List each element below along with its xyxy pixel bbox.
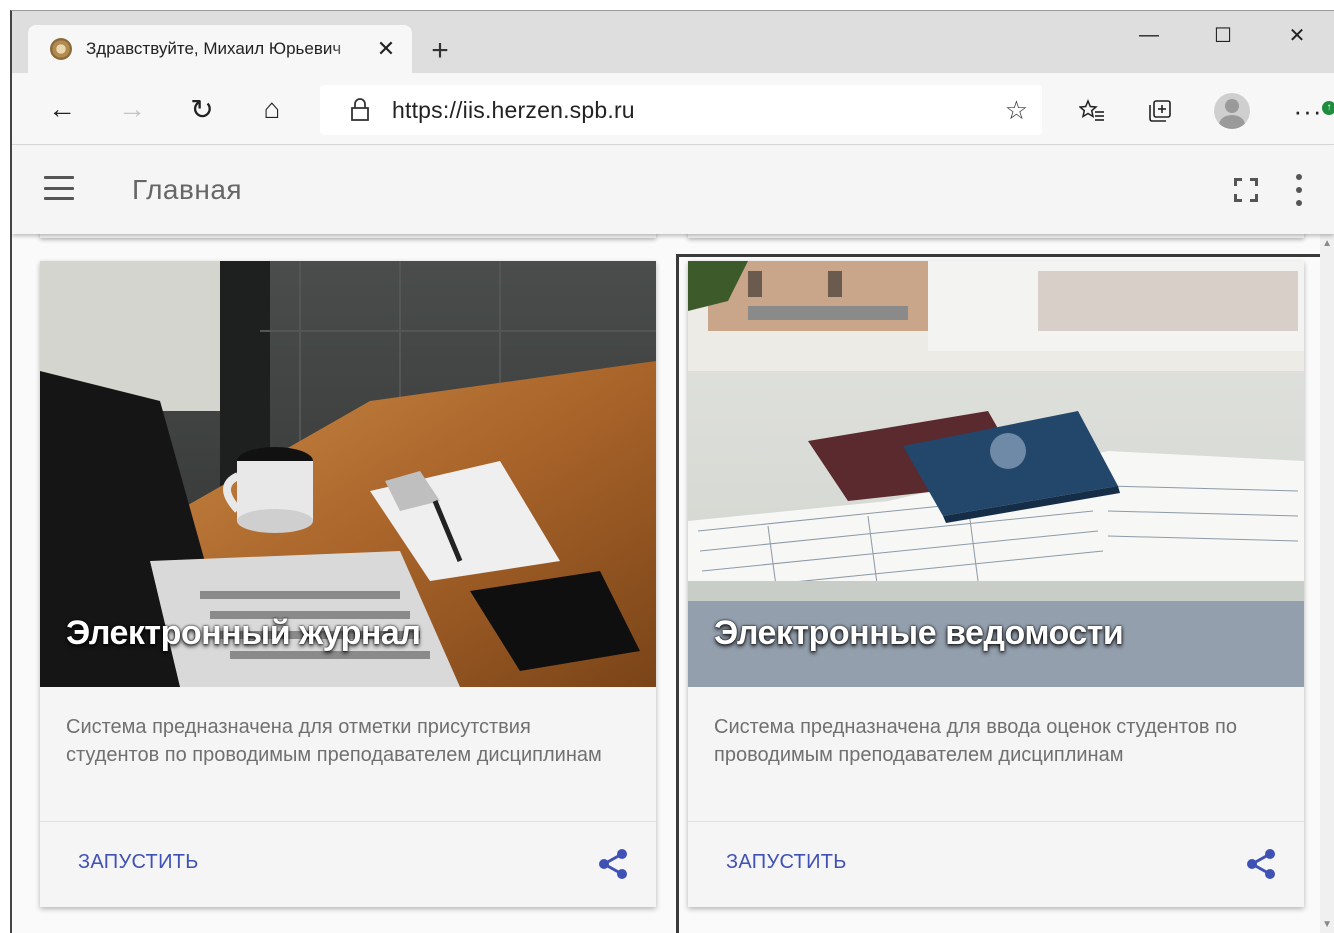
browser-tab[interactable]: Здравствуйте, Михаил Юрьевич ✕ [28, 25, 412, 73]
fullscreen-icon[interactable] [1234, 178, 1258, 202]
window-controls: — ☐ ✕ [1112, 11, 1334, 59]
more-vert-icon[interactable] [1294, 174, 1304, 206]
scrollbar[interactable]: ▲ ▼ [1320, 234, 1334, 933]
card-image: Электронный журнал [40, 261, 656, 687]
tab-strip: Здравствуйте, Михаил Юрьевич ✕ + — ☐ ✕ [12, 11, 1334, 73]
update-available-icon: ↑ [1322, 101, 1334, 115]
card-electronic-journal: Электронный журнал Система предназначена… [40, 261, 656, 907]
profile-icon[interactable] [1212, 91, 1252, 131]
previous-card-edge [688, 234, 1304, 238]
refresh-icon[interactable]: ↻ [182, 91, 222, 127]
minimize-button[interactable]: — [1112, 11, 1186, 59]
app-bar: Главная [12, 146, 1334, 234]
launch-button[interactable]: ЗАПУСТИТЬ [78, 851, 199, 874]
browser-toolbar: ← → ↻ ⌂ https://iis.herzen.spb.ru ☆ ··· … [12, 73, 1334, 145]
address-bar[interactable]: https://iis.herzen.spb.ru ☆ [320, 85, 1042, 135]
avatar [1214, 93, 1250, 129]
back-icon[interactable]: ← [42, 91, 82, 127]
scroll-down-icon[interactable]: ▼ [1322, 919, 1332, 930]
previous-card-edge [40, 234, 656, 238]
more-dots: ··· [1293, 95, 1323, 126]
site-favicon-icon [50, 38, 72, 60]
new-tab-button[interactable]: + [424, 34, 456, 67]
url-scheme: https:// [392, 96, 463, 123]
card-electronic-statements: Электронные ведомости Система предназнач… [688, 261, 1304, 907]
favorite-star-icon[interactable]: ☆ [1005, 95, 1028, 126]
tab-close-icon[interactable]: ✕ [372, 35, 400, 63]
more-icon[interactable]: ··· ↑ [1288, 91, 1334, 131]
card-description: Система предназначена для ввода оценок с… [714, 716, 1238, 766]
share-icon[interactable] [596, 847, 630, 881]
card-description: Система предназначена для отметки присут… [66, 716, 602, 766]
main-content: Электронный журнал Система предназначена… [12, 234, 1334, 933]
launch-button[interactable]: ЗАПУСТИТЬ [726, 851, 847, 874]
menu-icon[interactable] [44, 176, 74, 200]
tab-title: Здравствуйте, Михаил Юрьевич [86, 39, 342, 58]
browser-window: Здравствуйте, Михаил Юрьевич ✕ + — ☐ ✕ ←… [10, 10, 1334, 933]
maximize-button[interactable]: ☐ [1186, 11, 1260, 59]
card-divider [688, 821, 1304, 822]
url-text: https://iis.herzen.spb.ru [392, 97, 635, 124]
card-image: Электронные ведомости [688, 261, 1304, 687]
forward-icon[interactable]: → [112, 91, 152, 127]
lock-icon[interactable] [340, 98, 380, 122]
card-divider [40, 821, 656, 822]
share-icon[interactable] [1244, 847, 1278, 881]
favorites-icon[interactable] [1072, 91, 1112, 131]
card-title: Электронный журнал [66, 614, 421, 652]
home-icon[interactable]: ⌂ [252, 91, 292, 127]
card-title: Электронные ведомости [714, 614, 1124, 652]
scroll-up-icon[interactable]: ▲ [1322, 238, 1332, 249]
url-host: iis.herzen.spb.ru [462, 96, 635, 123]
close-window-button[interactable]: ✕ [1260, 11, 1334, 59]
collections-icon[interactable] [1140, 91, 1180, 131]
page-title: Главная [132, 174, 243, 205]
